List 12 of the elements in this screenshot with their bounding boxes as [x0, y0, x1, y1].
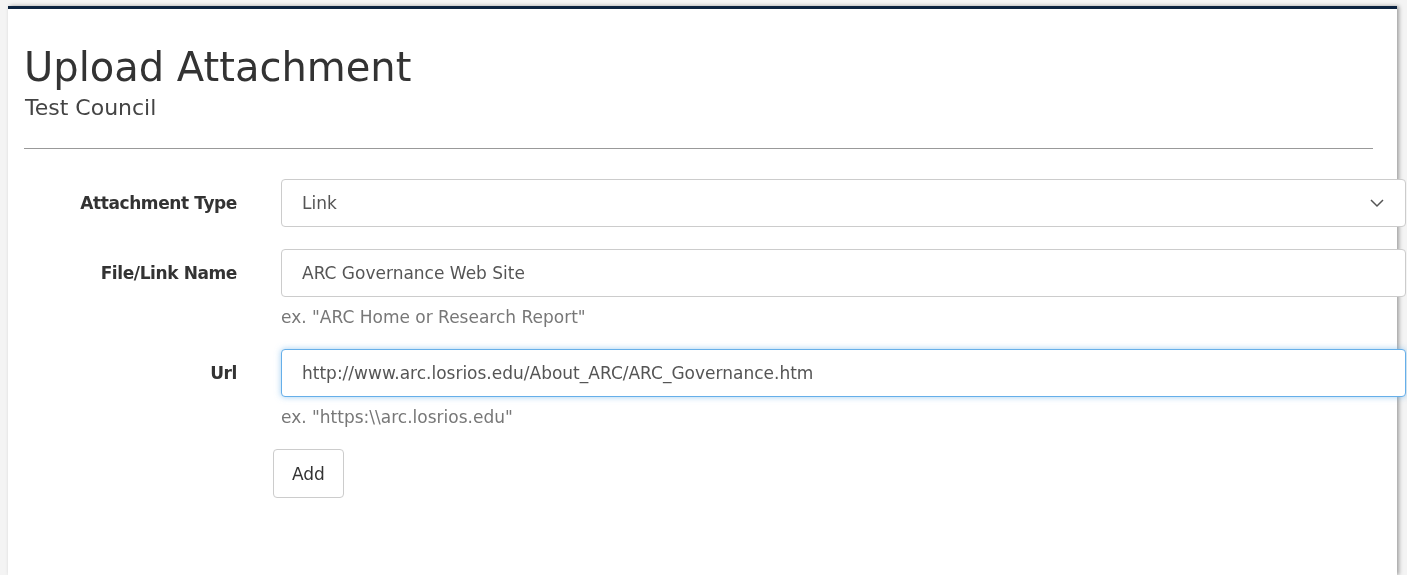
field-label: File/Link Name [100, 262, 237, 285]
input-field[interactable]: ARC Governance Web Site [281, 249, 1406, 297]
add-button[interactable]: Add [273, 449, 344, 498]
select-field[interactable]: Link [281, 179, 1406, 227]
help-text: ex. "https:\\arc.losrios.edu" [281, 407, 514, 427]
page-subtitle: Test Council [25, 95, 158, 120]
input-field[interactable]: http://www.arc.losrios.edu/About_ARC/ARC_Governance.htm [281, 349, 1406, 397]
field-label: Attachment Type [80, 192, 237, 215]
page-title: Upload Attachment [24, 43, 413, 92]
chevron-down-icon [1369, 198, 1385, 208]
help-text: ex. "ARC Home or Research Report" [281, 307, 587, 327]
field-label: Url [210, 362, 237, 385]
